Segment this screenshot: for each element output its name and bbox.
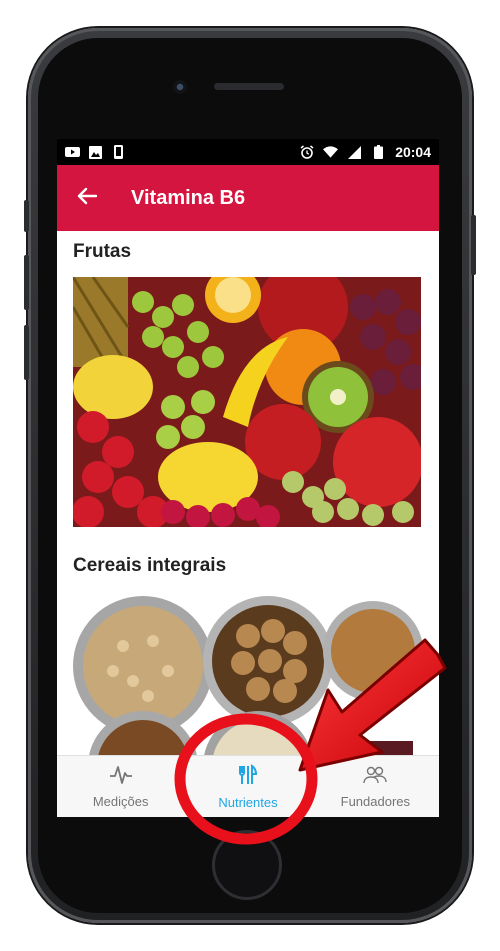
front-camera	[173, 80, 187, 94]
status-bar: 20:04	[57, 139, 439, 165]
section-title-cereais: Cereais integrais	[73, 555, 227, 576]
tab-label-fundadores: Fundadores	[340, 794, 411, 809]
home-button[interactable]	[212, 830, 282, 900]
signal-icon	[347, 145, 362, 159]
battery-icon	[371, 145, 386, 159]
image-icon	[88, 145, 103, 159]
wifi-icon	[323, 146, 339, 159]
tab-fundadores[interactable]: Fundadores	[312, 756, 439, 817]
back-button[interactable]	[57, 165, 117, 231]
page-title: Vitamina B6	[131, 186, 246, 209]
arrow-left-icon	[77, 187, 98, 210]
phone-icon	[111, 145, 126, 159]
status-time: 20:04	[395, 144, 431, 160]
cereals-image	[73, 591, 425, 755]
power-button	[471, 215, 476, 275]
mute-switch	[24, 200, 29, 232]
people-icon	[363, 765, 388, 788]
volume-down-button	[24, 325, 29, 380]
tab-label-medicoes: Medições	[92, 794, 149, 809]
alarm-icon	[299, 145, 314, 159]
tab-label-nutrientes: Nutrientes	[218, 795, 278, 810]
bottom-nav: Medições Nutrientes Fundadores	[57, 755, 439, 817]
content-scroll-area[interactable]: Frutas Cereais integrais	[57, 231, 439, 755]
youtube-icon	[65, 146, 80, 159]
cutlery-icon	[237, 764, 259, 789]
fruits-image	[73, 277, 421, 527]
tab-nutrientes[interactable]: Nutrientes	[184, 756, 311, 817]
earpiece-speaker	[214, 83, 284, 90]
app-bar: Vitamina B6	[57, 165, 439, 231]
tab-medicoes[interactable]: Medições	[57, 756, 184, 817]
pulse-icon	[109, 765, 133, 788]
phone-screen: 20:04 Vitamina B6 Frutas Cereais integra…	[57, 139, 439, 817]
volume-up-button	[24, 255, 29, 310]
section-title-frutas: Frutas	[73, 241, 132, 262]
